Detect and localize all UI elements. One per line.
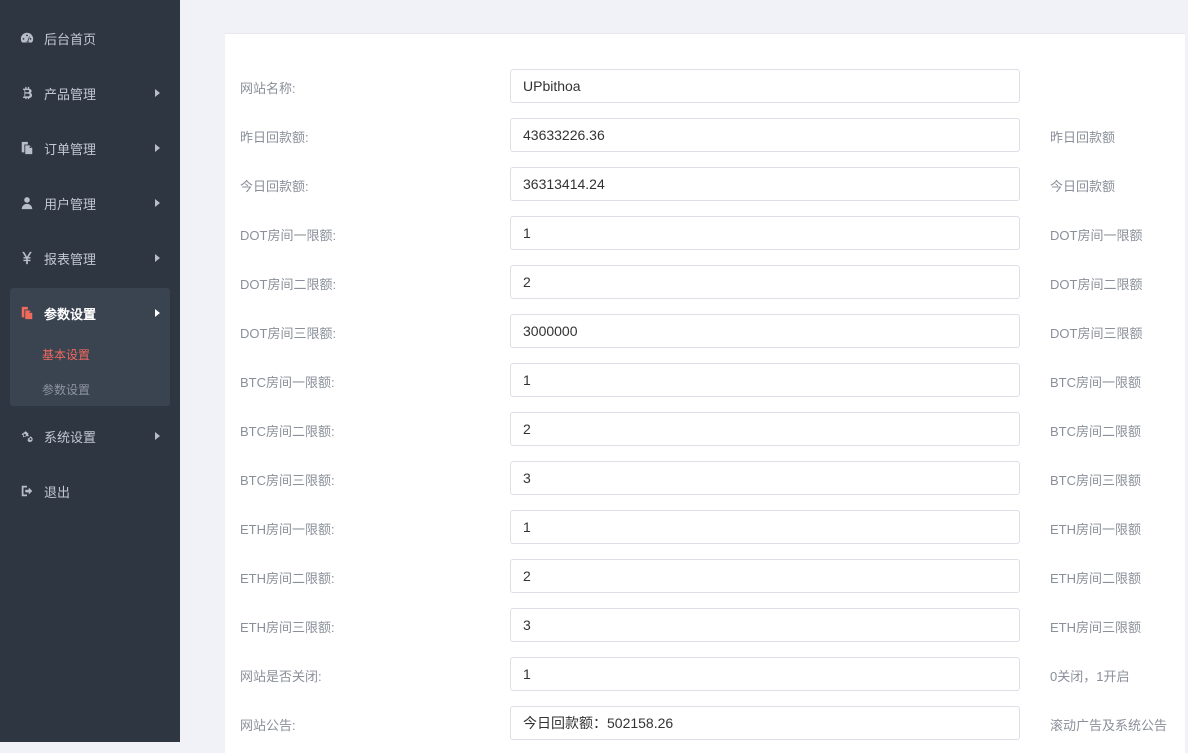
form-row-btc-room-3: BTC房间三限额: BTC房间三限额 [225,461,1185,495]
gears-icon [20,429,34,443]
field-label: BTC房间一限额: [240,375,335,390]
field-hint: ETH房间二限额 [1050,571,1142,586]
field-hint: BTC房间一限额 [1050,375,1142,390]
caret-right-icon [155,254,160,262]
form-row-announcement: 网站公告: 滚动广告及系统公告 [225,706,1185,740]
field-hint: BTC房间三限额 [1050,473,1142,488]
sidebar-item-label: 用户管理 [44,196,97,212]
field-label: ETH房间一限额: [240,522,335,537]
settings-form-panel: 网站名称: 昨日回款额: 昨日回款额 今日回款额: 今日回款额 DOT房间一限额… [225,33,1185,753]
dashboard-icon [20,31,34,45]
sign-out-icon [20,484,34,498]
yen-icon [20,251,34,265]
form-row-eth-room-1: ETH房间一限额: ETH房间一限额 [225,510,1185,544]
form-row-eth-room-2: ETH房间二限额: ETH房间二限额 [225,559,1185,593]
form-row-btc-room-2: BTC房间二限额: BTC房间二限额 [225,412,1185,446]
form-row-eth-room-3: ETH房间三限额: ETH房间三限额 [225,608,1185,642]
site-name-input[interactable] [510,69,1020,103]
dot-room-3-limit-input[interactable] [510,314,1020,348]
field-label: 网站名称: [240,81,296,96]
dot-room-1-limit-input[interactable] [510,216,1020,250]
sidebar-item-label: 退出 [44,484,71,500]
sidebar-item-label: 产品管理 [44,86,97,102]
field-hint: 0关闭，1开启 [1050,669,1130,684]
copy-icon [20,141,34,155]
form-row-yesterday-payback: 昨日回款额: 昨日回款额 [225,118,1185,152]
sidebar-item-label: 后台首页 [44,31,97,47]
sidebar-item-users[interactable]: 用户管理 [0,183,180,223]
form-row-site-name: 网站名称: [225,69,1185,103]
eth-room-3-limit-input[interactable] [510,608,1020,642]
field-label: ETH房间二限额: [240,571,335,586]
sidebar-item-orders[interactable]: 订单管理 [0,128,180,168]
sidebar-item-params[interactable]: 参数设置 [0,293,180,333]
sidebar-item-system[interactable]: 系统设置 [0,416,180,456]
sidebar-item-label: 报表管理 [44,251,97,267]
form-row-dot-room-2: DOT房间二限额: DOT房间二限额 [225,265,1185,299]
field-hint: DOT房间三限额 [1050,326,1143,341]
field-hint: ETH房间一限额 [1050,522,1142,537]
site-closed-input[interactable] [510,657,1020,691]
sidebar-item-reports[interactable]: 报表管理 [0,238,180,278]
form-row-today-payback: 今日回款额: 今日回款额 [225,167,1185,201]
sidebar-subitem-param-settings[interactable]: 参数设置 [42,381,90,398]
yesterday-payback-input[interactable] [510,118,1020,152]
field-label: 网站是否关闭: [240,669,322,684]
field-label: DOT房间三限额: [240,326,337,341]
field-hint: DOT房间二限额 [1050,277,1143,292]
form-row-btc-room-1: BTC房间一限额: BTC房间一限额 [225,363,1185,397]
sidebar-group-params: 参数设置 基本设置 参数设置 [10,288,170,406]
caret-right-icon [155,89,160,97]
field-label: BTC房间三限额: [240,473,335,488]
sidebar-item-label: 参数设置 [44,306,97,322]
sidebar-item-label: 系统设置 [44,429,97,445]
field-hint: BTC房间二限额 [1050,424,1142,439]
sidebar: 后台首页 产品管理 订单管理 用户管理 报表管理 参数设置 基本设置 参数设置 … [0,0,180,742]
field-hint: 昨日回款额 [1050,130,1116,145]
sidebar-item-products[interactable]: 产品管理 [0,73,180,113]
caret-right-icon [155,144,160,152]
field-label: 网站公告: [240,718,296,733]
eth-room-2-limit-input[interactable] [510,559,1020,593]
today-payback-input[interactable] [510,167,1020,201]
field-label: DOT房间一限额: [240,228,337,243]
field-label: DOT房间二限额: [240,277,337,292]
btc-room-1-limit-input[interactable] [510,363,1020,397]
field-label: 今日回款额: [240,179,309,194]
field-hint: DOT房间一限额 [1050,228,1143,243]
announcement-input[interactable] [510,706,1020,740]
sidebar-item-logout[interactable]: 退出 [0,471,180,511]
caret-right-icon [155,199,160,207]
form-row-dot-room-1: DOT房间一限额: DOT房间一限额 [225,216,1185,250]
sidebar-item-label: 订单管理 [44,141,97,157]
form-row-dot-room-3: DOT房间三限额: DOT房间三限额 [225,314,1185,348]
form-row-site-closed: 网站是否关闭: 0关闭，1开启 [225,657,1185,691]
field-label: ETH房间三限额: [240,620,335,635]
field-label: BTC房间二限额: [240,424,335,439]
field-hint: 滚动广告及系统公告 [1050,718,1168,733]
btc-room-2-limit-input[interactable] [510,412,1020,446]
user-icon [20,196,34,210]
bitcoin-icon [20,86,34,100]
eth-room-1-limit-input[interactable] [510,510,1020,544]
dot-room-2-limit-input[interactable] [510,265,1020,299]
field-label: 昨日回款额: [240,130,309,145]
field-hint: ETH房间三限额 [1050,620,1142,635]
btc-room-3-limit-input[interactable] [510,461,1020,495]
sidebar-item-dashboard[interactable]: 后台首页 [0,18,180,58]
field-hint: 今日回款额 [1050,179,1116,194]
sidebar-subitem-basic-settings[interactable]: 基本设置 [42,346,90,363]
caret-right-icon [155,309,160,317]
files-icon [20,306,34,320]
caret-right-icon [155,432,160,440]
